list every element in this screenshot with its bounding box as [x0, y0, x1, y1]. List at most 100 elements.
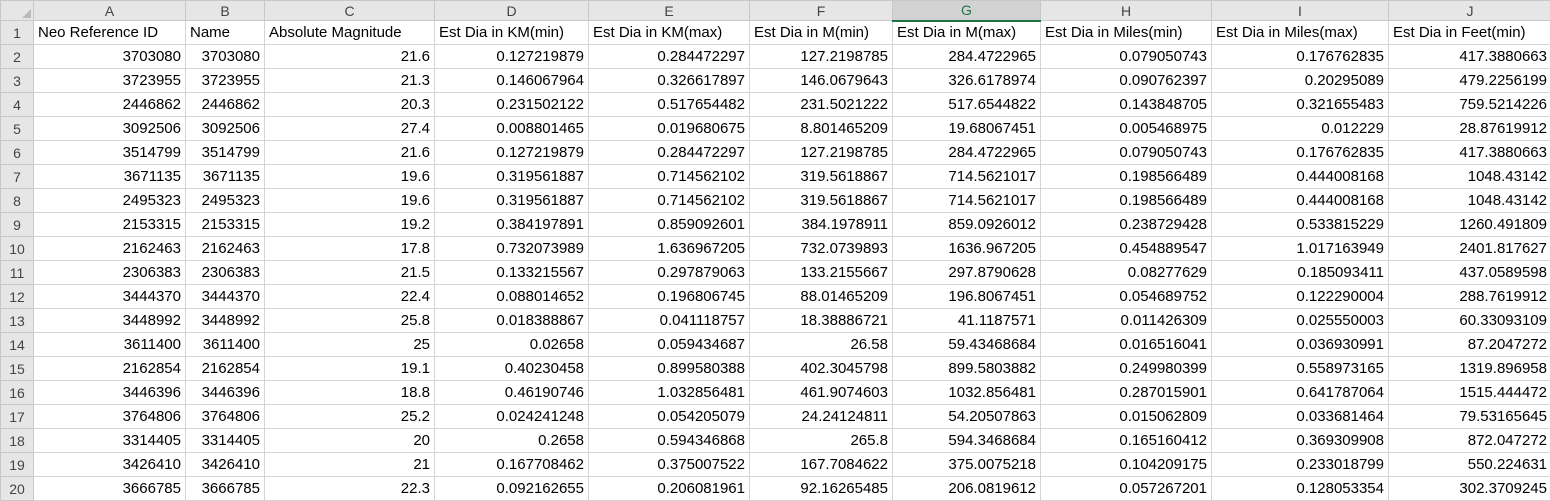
cell-b13[interactable]: 3448992	[186, 309, 265, 333]
cell-a11[interactable]: 2306383	[34, 261, 186, 285]
cell-f16[interactable]: 461.9074603	[750, 381, 893, 405]
cell-f7[interactable]: 319.5618867	[750, 165, 893, 189]
cell-f20[interactable]: 92.16265485	[750, 477, 893, 501]
cell-e19[interactable]: 0.375007522	[589, 453, 750, 477]
cell-b19[interactable]: 3426410	[186, 453, 265, 477]
cell-e5[interactable]: 0.019680675	[589, 117, 750, 141]
cell-a2[interactable]: 3703080	[34, 45, 186, 69]
cell-h17[interactable]: 0.015062809	[1041, 405, 1212, 429]
cell-g9[interactable]: 859.0926012	[893, 213, 1041, 237]
cell-f14[interactable]: 26.58	[750, 333, 893, 357]
cell-d6[interactable]: 0.127219879	[435, 141, 589, 165]
row-header[interactable]: 10	[1, 237, 34, 261]
cell-d15[interactable]: 0.40230458	[435, 357, 589, 381]
row-header[interactable]: 8	[1, 189, 34, 213]
cell-h13[interactable]: 0.011426309	[1041, 309, 1212, 333]
cell-h7[interactable]: 0.198566489	[1041, 165, 1212, 189]
cell-a7[interactable]: 3671135	[34, 165, 186, 189]
column-header-a[interactable]: A	[34, 1, 186, 21]
cell-c14[interactable]: 25	[265, 333, 435, 357]
cell-j9[interactable]: 1260.491809	[1389, 213, 1550, 237]
cell-a17[interactable]: 3764806	[34, 405, 186, 429]
cell-g16[interactable]: 1032.856481	[893, 381, 1041, 405]
column-header-h[interactable]: H	[1041, 1, 1212, 21]
cell-h3[interactable]: 0.090762397	[1041, 69, 1212, 93]
cell-f4[interactable]: 231.5021222	[750, 93, 893, 117]
cell-d17[interactable]: 0.024241248	[435, 405, 589, 429]
column-header-e[interactable]: E	[589, 1, 750, 21]
cell-e12[interactable]: 0.196806745	[589, 285, 750, 309]
cell-f8[interactable]: 319.5618867	[750, 189, 893, 213]
cell-d14[interactable]: 0.02658	[435, 333, 589, 357]
cell-f2[interactable]: 127.2198785	[750, 45, 893, 69]
cell-j14[interactable]: 87.2047272	[1389, 333, 1550, 357]
row-header[interactable]: 17	[1, 405, 34, 429]
row-header[interactable]: 9	[1, 213, 34, 237]
cell-f11[interactable]: 133.2155667	[750, 261, 893, 285]
row-header[interactable]: 13	[1, 309, 34, 333]
cell-b2[interactable]: 3703080	[186, 45, 265, 69]
cell-a15[interactable]: 2162854	[34, 357, 186, 381]
cell-a20[interactable]: 3666785	[34, 477, 186, 501]
select-all-button[interactable]	[1, 1, 34, 21]
cell-i19[interactable]: 0.233018799	[1212, 453, 1389, 477]
cell-b18[interactable]: 3314405	[186, 429, 265, 453]
cell-d3[interactable]: 0.146067964	[435, 69, 589, 93]
cell-a4[interactable]: 2446862	[34, 93, 186, 117]
row-header[interactable]: 4	[1, 93, 34, 117]
cell-b14[interactable]: 3611400	[186, 333, 265, 357]
cell-a10[interactable]: 2162463	[34, 237, 186, 261]
cell-h18[interactable]: 0.165160412	[1041, 429, 1212, 453]
cell-h16[interactable]: 0.287015901	[1041, 381, 1212, 405]
cell-f19[interactable]: 167.7084622	[750, 453, 893, 477]
cell-g14[interactable]: 59.43468684	[893, 333, 1041, 357]
cell-i15[interactable]: 0.558973165	[1212, 357, 1389, 381]
cell-d10[interactable]: 0.732073989	[435, 237, 589, 261]
row-header[interactable]: 14	[1, 333, 34, 357]
cell-a13[interactable]: 3448992	[34, 309, 186, 333]
cell-e3[interactable]: 0.326617897	[589, 69, 750, 93]
cell-a18[interactable]: 3314405	[34, 429, 186, 453]
cell-j16[interactable]: 1515.444472	[1389, 381, 1550, 405]
cell-b5[interactable]: 3092506	[186, 117, 265, 141]
cell-g2[interactable]: 284.4722965	[893, 45, 1041, 69]
cell-f6[interactable]: 127.2198785	[750, 141, 893, 165]
row-header[interactable]: 12	[1, 285, 34, 309]
cell-j10[interactable]: 2401.817627	[1389, 237, 1550, 261]
cell-c12[interactable]: 22.4	[265, 285, 435, 309]
cell-h15[interactable]: 0.249980399	[1041, 357, 1212, 381]
cell-b20[interactable]: 3666785	[186, 477, 265, 501]
cell-e20[interactable]: 0.206081961	[589, 477, 750, 501]
cell-d13[interactable]: 0.018388867	[435, 309, 589, 333]
cell-e1[interactable]: Est Dia in KM(max)	[589, 21, 750, 45]
cell-c7[interactable]: 19.6	[265, 165, 435, 189]
cell-g17[interactable]: 54.20507863	[893, 405, 1041, 429]
cell-d4[interactable]: 0.231502122	[435, 93, 589, 117]
cell-c5[interactable]: 27.4	[265, 117, 435, 141]
cell-i14[interactable]: 0.036930991	[1212, 333, 1389, 357]
cell-h10[interactable]: 0.454889547	[1041, 237, 1212, 261]
cell-f13[interactable]: 18.38886721	[750, 309, 893, 333]
row-header[interactable]: 16	[1, 381, 34, 405]
cell-d1[interactable]: Est Dia in KM(min)	[435, 21, 589, 45]
row-header[interactable]: 7	[1, 165, 34, 189]
cell-d8[interactable]: 0.319561887	[435, 189, 589, 213]
cell-a3[interactable]: 3723955	[34, 69, 186, 93]
cell-a1[interactable]: Neo Reference ID	[34, 21, 186, 45]
cell-j19[interactable]: 550.224631	[1389, 453, 1550, 477]
cell-i6[interactable]: 0.176762835	[1212, 141, 1389, 165]
cell-e17[interactable]: 0.054205079	[589, 405, 750, 429]
cell-b3[interactable]: 3723955	[186, 69, 265, 93]
row-header[interactable]: 6	[1, 141, 34, 165]
cell-d5[interactable]: 0.008801465	[435, 117, 589, 141]
cell-d12[interactable]: 0.088014652	[435, 285, 589, 309]
cell-h1[interactable]: Est Dia in Miles(min)	[1041, 21, 1212, 45]
cell-b11[interactable]: 2306383	[186, 261, 265, 285]
cell-c19[interactable]: 21	[265, 453, 435, 477]
cell-i13[interactable]: 0.025550003	[1212, 309, 1389, 333]
row-header[interactable]: 18	[1, 429, 34, 453]
cell-b6[interactable]: 3514799	[186, 141, 265, 165]
cell-f1[interactable]: Est Dia in M(min)	[750, 21, 893, 45]
cell-j1[interactable]: Est Dia in Feet(min)	[1389, 21, 1550, 45]
cell-b4[interactable]: 2446862	[186, 93, 265, 117]
